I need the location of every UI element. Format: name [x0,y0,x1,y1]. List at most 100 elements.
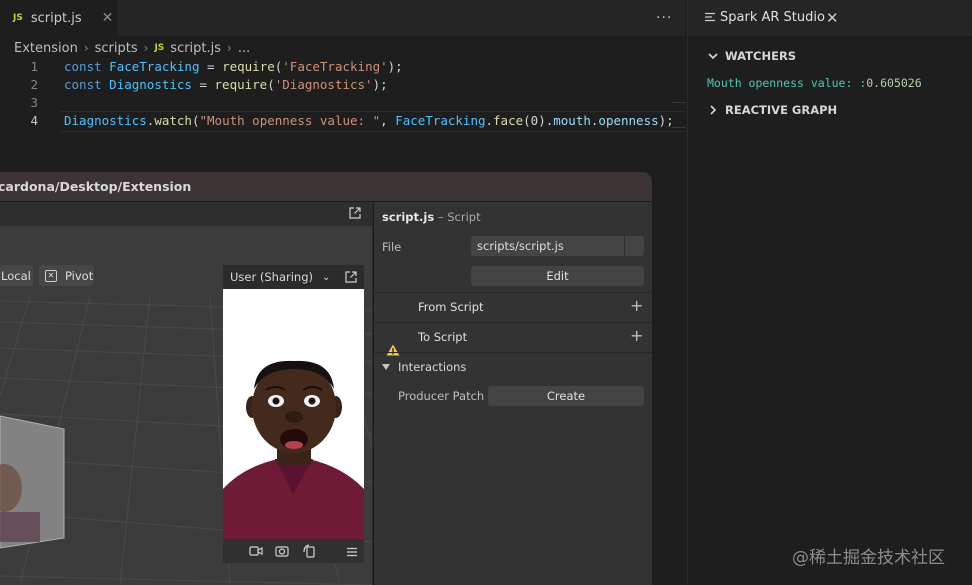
code-token: Diagnostics [101,77,192,92]
face-preview-image [223,289,364,539]
code-token: 'Diagnostics' [274,77,373,92]
scene-viewport[interactable]: Local ✕ Pivot User (Sharing) ⌄ [0,202,372,585]
code-token: = [199,59,223,74]
from-script-row: From Script + [374,292,652,322]
line-number: 1 [30,59,38,74]
code-token: Diagnostics [64,113,147,128]
panel-tab[interactable]: Spark AR Studio ✕ [688,0,972,36]
code-token: require [222,59,275,74]
code-token: 'FaceTracking' [282,59,388,74]
code-token: ); [387,59,403,74]
code-token: FaceTracking [101,59,200,74]
simulator-toolbar [223,539,364,563]
code-token: watch [154,113,192,128]
file-label: File [382,240,402,254]
add-to-script-icon[interactable]: + [630,326,643,345]
watcher-value: 0.605026 [866,76,922,90]
panel-title: Spark AR Studio [720,10,825,25]
viewport-header [0,202,372,227]
capture-icon[interactable] [275,544,289,558]
code-token: , [380,113,396,128]
producer-patch-label: Producer Patch [398,389,485,403]
code-token: "Mouth openness value: " [199,113,381,128]
file-select-divider [624,236,625,256]
code-token: const [64,59,102,74]
chevron-down-icon [708,53,718,60]
local-space-toggle[interactable]: Local [0,265,33,286]
reactive-graph-section-header[interactable]: REACTIVE GRAPH [708,103,837,117]
spark-ar-extension-panel: Spark AR Studio ✕ WATCHERS Mouth opennes… [687,0,972,585]
inspector-panel: script.js – Script File scripts/script.j… [373,202,652,585]
breadcrumb-item-extension[interactable]: Extension [14,41,78,56]
code-token: ); [658,113,674,128]
rotate-device-icon[interactable] [302,544,316,558]
watchers-section-header[interactable]: WATCHERS [708,49,796,63]
file-value: scripts/script.js [477,239,564,253]
tab-script-js[interactable]: JS script.js ✕ [0,0,117,36]
code-token: ( [267,77,275,92]
code-token: FaceTracking [395,113,486,128]
create-button[interactable]: Create [488,386,644,406]
file-select[interactable]: scripts/script.js [471,236,644,256]
pivot-label: Pivot [65,268,94,283]
chevron-down-icon: ⌄ [322,271,331,283]
watermark: @稀土掘金技术社区 [792,548,945,568]
chevron-right-icon [710,105,717,115]
interactions-section-header[interactable]: Interactions [374,352,652,382]
editor-tab-bar: JS script.js ✕ ··· [0,0,686,36]
to-script-label: To Script [418,330,468,344]
pivot-icon: ✕ [45,269,57,282]
local-label: Local [1,268,31,283]
line-number: 2 [30,77,38,92]
spark-ar-window: cardona/Desktop/Extension Local ✕ Pivot … [0,172,652,585]
watchers-label: WATCHERS [725,49,797,63]
chevron-right-icon: › [83,41,89,55]
code-token: face [493,113,524,128]
minimap-divider [672,102,686,103]
device-label: User (Sharing) [230,270,313,284]
inspector-title: script.js – Script [382,210,481,224]
breadcrumb-item-file[interactable]: script.js [170,41,221,56]
code-token: require [214,77,268,92]
code-token: mouth [553,113,591,128]
add-from-script-icon[interactable]: + [630,296,643,315]
window-title-bar[interactable]: cardona/Desktop/Extension [0,172,652,202]
close-tab-icon[interactable]: ✕ [102,10,114,26]
to-script-row: To Script + [374,322,652,352]
more-actions-icon[interactable]: ··· [656,10,672,26]
reactive-graph-label: REACTIVE GRAPH [725,103,838,117]
line-number: 3 [30,95,38,110]
chevron-right-icon: › [227,41,232,55]
menu-icon[interactable] [346,547,358,557]
minimap-divider [672,127,686,128]
code-token: = [191,77,215,92]
from-script-label: From Script [418,300,484,314]
code-token: (0). [523,113,554,128]
close-panel-icon[interactable]: ✕ [826,9,839,27]
popout-icon[interactable] [349,207,361,219]
collapse-triangle-icon [382,364,390,370]
simulator-panel: User (Sharing) ⌄ [223,265,364,563]
code-line[interactable]: const FaceTracking = require('FaceTracki… [64,59,403,74]
device-selector[interactable]: User (Sharing) ⌄ [223,265,364,289]
js-file-icon: JS [154,43,165,53]
line-number: 4 [30,113,38,128]
breadcrumb: Extension › scripts › JS script.js › ... [14,39,250,57]
breadcrumb-item-scripts[interactable]: scripts [95,41,138,56]
code-token: ( [191,113,200,128]
video-camera-icon[interactable] [249,545,263,557]
interactions-label: Interactions [398,360,467,374]
js-file-icon: JS [13,13,23,23]
breadcrumb-item-symbols[interactable]: ... [238,41,250,56]
code-line[interactable]: const Diagnostics = require('Diagnostics… [64,77,388,92]
watcher-key: Mouth openness value: : [707,76,867,90]
inspector-object-name: script.js [382,210,435,224]
code-token: openness [598,113,659,128]
popout-icon[interactable] [345,271,357,283]
pivot-toggle[interactable]: ✕ Pivot [39,265,94,286]
edit-button[interactable]: Edit [471,266,644,286]
list-icon [705,12,715,22]
watcher-entry[interactable]: Mouth openness value: :0.605026 [707,76,922,90]
code-line[interactable]: Diagnostics. watch("Mouth openness value:… [64,113,674,128]
code-token: . [485,113,494,128]
